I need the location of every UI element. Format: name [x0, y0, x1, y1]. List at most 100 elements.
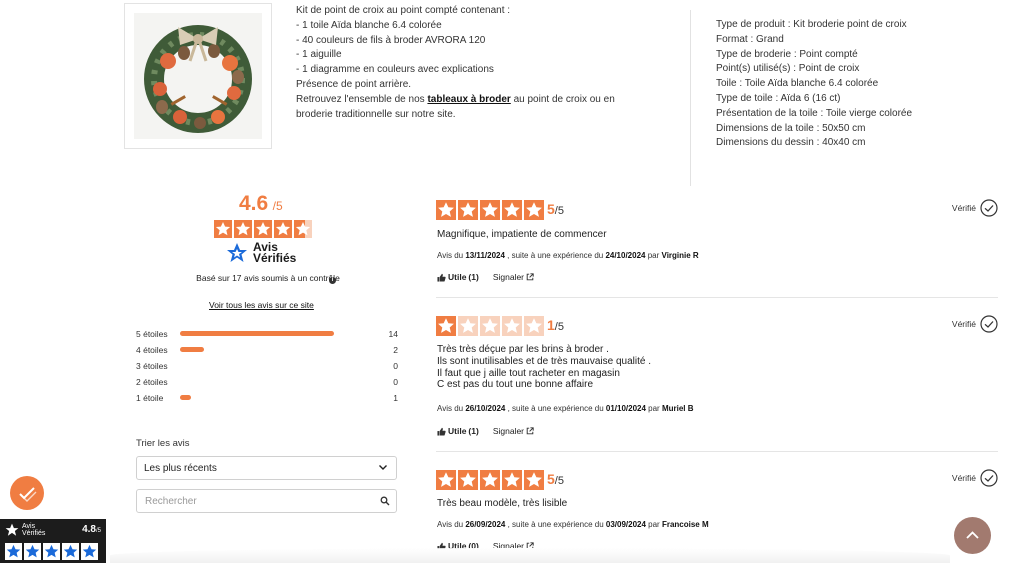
spec-line: Format : Grand — [716, 33, 784, 45]
star-icon — [458, 470, 478, 490]
star-shape — [482, 318, 498, 333]
bottom-shadow — [110, 548, 950, 563]
review-divider — [436, 451, 998, 452]
star-icon — [234, 220, 252, 238]
review-rating: 5/5 — [547, 201, 564, 217]
thumbs-up-icon — [437, 427, 446, 436]
star-shape — [526, 318, 542, 333]
distribution-count: 0 — [393, 377, 398, 387]
verified-badge: Vérifié — [952, 315, 998, 333]
review-divider — [436, 297, 998, 298]
star-shape — [215, 221, 231, 236]
distribution-row-3[interactable]: 3 étoiles 0 — [136, 360, 398, 372]
useful-label: Utile — [448, 426, 467, 436]
distribution-label: 4 étoiles — [136, 345, 168, 355]
review-body: Magnifique, impatiente de commencer — [437, 229, 607, 241]
star-shape — [255, 221, 271, 236]
description-line: - 1 aiguille — [296, 49, 342, 61]
distribution-row-2[interactable]: 2 étoiles 0 — [136, 376, 398, 388]
distribution-bar — [180, 379, 340, 384]
description-line: - 1 toile Aïda blanche 6.4 colorée — [296, 19, 442, 31]
star-shape — [6, 544, 21, 558]
scroll-to-top-button[interactable] — [954, 517, 991, 554]
product-image[interactable] — [124, 3, 272, 149]
star-icon — [62, 543, 79, 560]
star-icon — [274, 220, 292, 238]
star-shape — [25, 544, 40, 558]
meta-text: par — [645, 520, 662, 529]
star-shape — [438, 202, 454, 217]
review-rating-suffix: /5 — [554, 475, 564, 487]
review-stars — [436, 200, 544, 220]
meta-text: Avis du — [437, 404, 466, 413]
spec-line: Présentation de la toile : Toile vierge … — [716, 107, 913, 119]
description-line: Kit de point de croix au point compté co… — [296, 5, 511, 16]
distribution-row-5[interactable]: 5 étoiles 14 — [136, 328, 398, 340]
experience-date: 01/10/2024 — [605, 404, 646, 413]
distribution-label: 5 étoiles — [136, 329, 168, 339]
description-line: - 40 couleurs de fils à broder AVRORA 12… — [296, 34, 486, 46]
useful-count: (1) — [468, 272, 479, 282]
spec-line: Type de broderie : Point compté — [716, 48, 858, 60]
useful-count: (1) — [468, 426, 479, 436]
star-shape — [235, 221, 251, 236]
sort-select[interactable]: Les plus récents — [136, 456, 397, 480]
star-icon — [524, 200, 544, 220]
distribution-label: 3 étoiles — [136, 361, 168, 371]
review-rating: 5/5 — [547, 471, 564, 487]
star-icon — [214, 220, 232, 238]
avis-verifies-widget[interactable]: Avis Vérifiés 4.8/5 — [0, 519, 106, 563]
review-rating-suffix: /5 — [554, 205, 564, 217]
info-icon[interactable]: i — [329, 277, 336, 284]
distribution-bar — [180, 395, 340, 400]
star-icon — [524, 470, 544, 490]
search-icon[interactable] — [380, 496, 390, 506]
widget-score: 4.8/5 — [82, 524, 101, 535]
review-author: Muriel B — [661, 404, 694, 413]
product-specs: Type de produit : Kit broderie point de … — [716, 18, 912, 151]
star-icon — [524, 316, 544, 336]
review-body-line: Très très déçue par les brins à broder . — [437, 344, 609, 355]
review-rating-suffix: /5 — [554, 321, 564, 333]
star-icon — [480, 316, 500, 336]
star-shape — [482, 472, 498, 487]
star-icon — [24, 543, 41, 560]
search-input[interactable]: Rechercher — [136, 489, 397, 513]
review-stars — [436, 316, 544, 336]
avis-verifies-logo-icon — [227, 243, 247, 262]
distribution-count: 14 — [388, 329, 398, 339]
star-icon — [5, 543, 22, 560]
external-link-icon — [526, 273, 534, 281]
review-body: Très beau modèle, très lisible — [437, 498, 567, 510]
review-meta: Avis du 26/10/2024 , suite à une expérie… — [437, 404, 694, 413]
see-all-reviews-link[interactable]: Voir tous les avis sur ce site — [209, 300, 314, 310]
distribution-row-4[interactable]: 4 étoiles 2 — [136, 344, 398, 356]
check-circle-icon — [980, 315, 998, 333]
review-actions: Utile (1) Signaler — [437, 426, 534, 436]
star-shape — [526, 202, 542, 217]
brand-line2: Vérifiés — [253, 251, 297, 265]
star-shape — [438, 318, 454, 333]
distribution-fill — [180, 331, 334, 336]
meta-text: par — [645, 404, 662, 413]
star-shape — [526, 472, 542, 487]
review-author: Francoise M — [661, 520, 709, 529]
product-description: Kit de point de croix au point compté co… — [296, 4, 656, 122]
distribution-count: 1 — [393, 393, 398, 403]
useful-button[interactable]: Utile (1) — [437, 426, 479, 436]
review-date: 26/10/2024 — [465, 404, 506, 413]
meta-text: , suite à une expérience du — [505, 404, 606, 413]
star-icon — [43, 543, 60, 560]
star-shape — [504, 472, 520, 487]
report-button[interactable]: Signaler — [493, 272, 534, 282]
report-button[interactable]: Signaler — [493, 426, 534, 436]
star-shape — [460, 472, 476, 487]
tableaux-link[interactable]: tableaux à broder — [427, 94, 510, 105]
distribution-row-1[interactable]: 1 étoile 1 — [136, 392, 398, 404]
average-stars — [214, 220, 312, 238]
description-line: - 1 diagramme en couleurs avec explicati… — [296, 64, 494, 76]
reviews-fab-button[interactable] — [10, 476, 44, 510]
star-icon — [81, 543, 98, 560]
useful-button[interactable]: Utile (1) — [437, 272, 479, 282]
star-icon — [480, 200, 500, 220]
